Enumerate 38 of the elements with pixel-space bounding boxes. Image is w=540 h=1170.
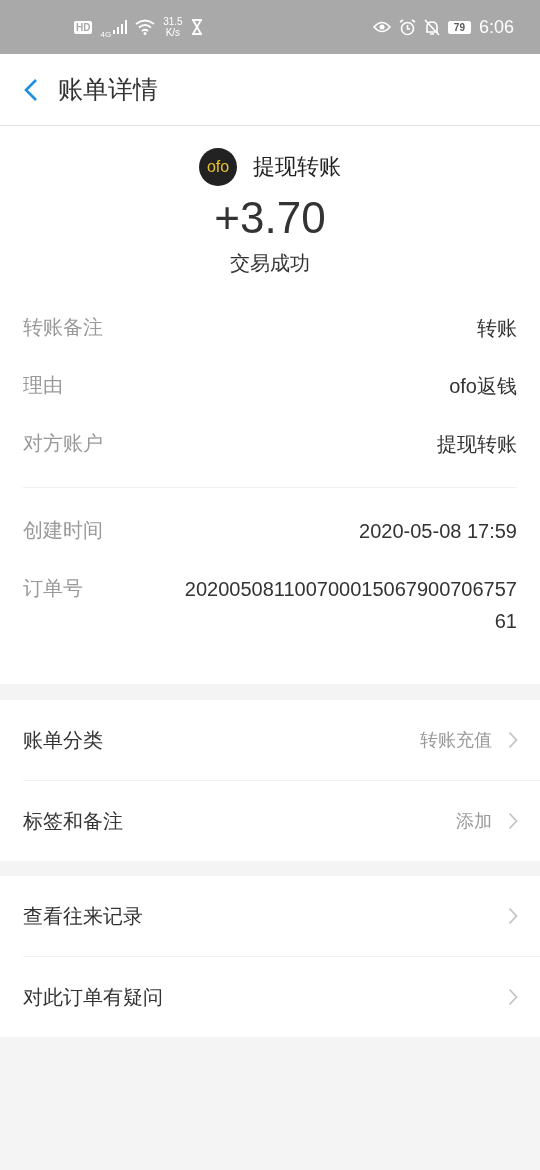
menu-item[interactable]: 查看往来记录 bbox=[23, 902, 508, 930]
detail-label: 订单号 bbox=[23, 576, 83, 601]
bell-muted-icon bbox=[423, 18, 440, 36]
speed-unit: K/s bbox=[165, 27, 181, 38]
menu-item[interactable]: 账单分类 bbox=[23, 726, 420, 754]
speed-value: 31.5 bbox=[163, 16, 183, 27]
detail-value: 2020-05-08 17:59 bbox=[359, 519, 517, 544]
amount: +3.70 bbox=[214, 192, 326, 244]
alarm-icon bbox=[398, 18, 416, 36]
hourglass-icon bbox=[190, 19, 203, 35]
detail-value: 转账 bbox=[477, 316, 517, 341]
wifi-icon bbox=[135, 19, 156, 35]
eye-icon bbox=[372, 21, 391, 33]
merchant-name: 提现转账 bbox=[253, 153, 341, 181]
detail-label: 转账备注 bbox=[23, 315, 103, 340]
menu-item[interactable]: 标签和备注 bbox=[23, 807, 456, 835]
chevron-right-icon bbox=[508, 812, 518, 830]
detail-label: 理由 bbox=[23, 373, 63, 398]
menu-value: 转账充值 bbox=[420, 729, 492, 752]
back-icon[interactable] bbox=[24, 77, 38, 102]
chevron-right-icon bbox=[508, 907, 518, 925]
transaction-status: 交易成功 bbox=[230, 251, 310, 276]
chevron-right-icon bbox=[508, 731, 518, 749]
battery-indicator: 79 bbox=[447, 20, 471, 34]
hd-indicator: HD bbox=[74, 20, 93, 34]
network-type: 4G bbox=[100, 29, 112, 39]
detail-value: ofo返钱 bbox=[449, 374, 517, 399]
menu-value: 添加 bbox=[456, 810, 492, 833]
menu-item[interactable]: 对此订单有疑问 bbox=[23, 983, 508, 1011]
detail-label: 创建时间 bbox=[23, 518, 103, 543]
signal-icon bbox=[113, 20, 128, 34]
detail-value: 提现转账 bbox=[437, 432, 517, 457]
merchant-logo: ofo bbox=[199, 148, 237, 186]
clock-time: 6:06 bbox=[478, 16, 514, 38]
chevron-right-icon bbox=[508, 988, 518, 1006]
detail-value: 20200508110070001506790070675761 bbox=[183, 577, 517, 634]
detail-label: 对方账户 bbox=[23, 431, 103, 456]
page-title: 账单详情 bbox=[58, 74, 158, 105]
